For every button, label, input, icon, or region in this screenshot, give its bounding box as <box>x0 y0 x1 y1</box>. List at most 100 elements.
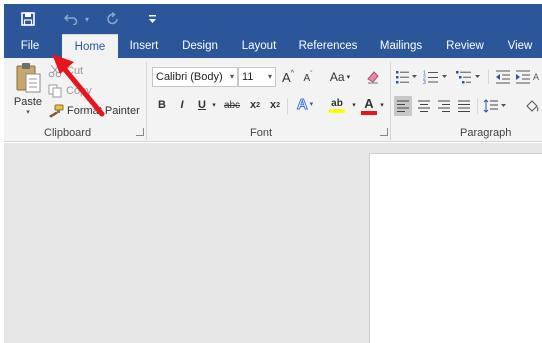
cut-button[interactable]: Cut <box>48 62 83 80</box>
font-color-label: A <box>364 95 374 111</box>
italic-button[interactable]: I <box>174 96 190 114</box>
tab-review[interactable]: Review <box>440 34 490 58</box>
bullets-icon <box>396 71 417 84</box>
align-center-button[interactable] <box>415 96 433 116</box>
decrease-indent-button[interactable] <box>494 68 512 86</box>
tab-references[interactable]: References <box>294 34 362 58</box>
divider <box>488 70 489 84</box>
grow-font-button[interactable]: A ^ <box>280 68 296 86</box>
font-launcher-icon[interactable] <box>380 128 388 136</box>
font-size-value: 11 <box>242 71 254 83</box>
increase-indent-button[interactable] <box>514 68 532 86</box>
undo-icon[interactable] <box>60 4 82 34</box>
sort-button[interactable]: A <box>532 68 542 86</box>
underline-button[interactable]: U <box>194 96 210 114</box>
line-spacing-button[interactable] <box>482 96 508 116</box>
subscript-sub: 2 <box>256 101 261 109</box>
paste-label: Paste <box>13 96 43 108</box>
tab-home[interactable]: Home <box>62 34 118 58</box>
tab-design[interactable]: Design <box>174 34 226 58</box>
change-case-label: Aa <box>329 70 345 84</box>
format-painter-button[interactable]: Format Painter <box>48 102 140 120</box>
scissors-icon <box>48 64 62 78</box>
shrink-font-button[interactable]: Aˇ <box>300 70 316 86</box>
change-case-button[interactable]: Aa ▾ <box>326 68 354 86</box>
grow-font-label: A <box>282 69 291 85</box>
copy-button[interactable]: Copy <box>48 82 92 100</box>
paste-dropdown-icon: ▾ <box>26 109 30 116</box>
font-name-combo[interactable]: Calibri (Body) ▾ <box>152 67 238 87</box>
font-name-value: Calibri (Body) <box>156 71 223 83</box>
svg-text:3: 3 <box>423 80 426 84</box>
font-color-bar <box>361 110 377 115</box>
decrease-indent-icon <box>496 70 510 84</box>
line-spacing-icon <box>483 99 506 113</box>
format-painter-label: Format Painter <box>67 105 140 117</box>
group-separator <box>146 62 147 140</box>
chevron-down-icon: ▾ <box>229 72 234 81</box>
align-left-button[interactable] <box>394 96 412 116</box>
save-icon[interactable] <box>16 4 40 34</box>
chevron-down-icon: ▾ <box>346 74 351 81</box>
superscript-button[interactable]: x2 <box>266 96 284 114</box>
subscript-button[interactable]: x2 <box>246 96 264 114</box>
tab-view[interactable]: View <box>500 34 540 58</box>
align-left-icon <box>397 100 409 112</box>
format-painter-icon <box>49 104 64 118</box>
copy-icon <box>48 84 62 98</box>
undo-dropdown-icon[interactable]: ▾ <box>82 4 92 34</box>
highlight-button[interactable]: ab <box>322 94 352 116</box>
underline-dropdown-icon[interactable]: ▾ <box>210 96 218 114</box>
clear-formatting-button[interactable] <box>364 68 382 86</box>
text-effects-label: A <box>296 95 308 113</box>
ribbon-home: Paste ▾ Cut Copy Format Painter Clipboar… <box>4 58 542 142</box>
bold-button[interactable]: B <box>154 96 170 114</box>
shading-button[interactable] <box>522 96 542 116</box>
font-color-dropdown-icon[interactable]: ▾ <box>378 96 386 114</box>
clipboard-group-label: Clipboard <box>44 127 92 139</box>
copy-label: Copy <box>66 85 92 97</box>
justify-button[interactable] <box>455 96 473 116</box>
clipboard-launcher-icon[interactable] <box>136 128 144 136</box>
font-group-label: Font <box>250 127 273 139</box>
divider <box>287 98 288 114</box>
chevron-down-icon: ▾ <box>267 72 272 81</box>
svg-text:A: A <box>533 72 539 82</box>
superscript-sup: 2 <box>276 101 281 109</box>
caret-up-icon: ^ <box>290 69 294 77</box>
tab-mailings[interactable]: Mailings <box>372 34 430 58</box>
ribbon-tabs: File Home Insert Design Layout Reference… <box>4 34 542 58</box>
tab-insert[interactable]: Insert <box>122 34 166 58</box>
chevron-down-icon: ▾ <box>309 101 314 108</box>
bullets-button[interactable] <box>394 68 420 86</box>
document-page[interactable] <box>369 153 542 343</box>
shrink-font-label: A <box>303 72 311 84</box>
highlight-color-bar <box>329 108 345 113</box>
highlight-label: ab <box>331 97 343 109</box>
paste-button[interactable]: Paste ▾ <box>10 62 46 122</box>
text-effects-button[interactable]: A ▾ <box>292 94 318 114</box>
font-size-combo[interactable]: 11 ▾ <box>238 67 276 87</box>
multilevel-list-button[interactable] <box>454 68 484 86</box>
multilevel-list-icon <box>456 71 480 84</box>
increase-indent-icon <box>516 70 530 84</box>
quick-access-toolbar: ▾ <box>4 4 542 34</box>
numbering-icon: 123 <box>423 71 447 84</box>
group-separator <box>390 62 391 140</box>
redo-icon[interactable] <box>102 4 124 34</box>
divider <box>477 98 478 114</box>
customize-icon[interactable] <box>144 4 160 34</box>
paint-bucket-icon <box>526 100 539 112</box>
paragraph-group-label: Paragraph <box>460 127 512 139</box>
tab-file[interactable]: File <box>4 34 56 58</box>
font-color-button[interactable]: A <box>358 94 380 116</box>
numbering-button[interactable]: 123 <box>422 68 450 86</box>
justify-icon <box>458 100 470 112</box>
align-right-icon <box>438 100 450 112</box>
align-right-button[interactable] <box>435 96 453 116</box>
cut-label: Cut <box>66 65 84 77</box>
highlight-dropdown-icon[interactable]: ▾ <box>350 96 358 114</box>
tab-layout[interactable]: Layout <box>234 34 284 58</box>
sort-icon: A <box>533 72 539 82</box>
strikethrough-button[interactable]: abc <box>220 96 244 114</box>
